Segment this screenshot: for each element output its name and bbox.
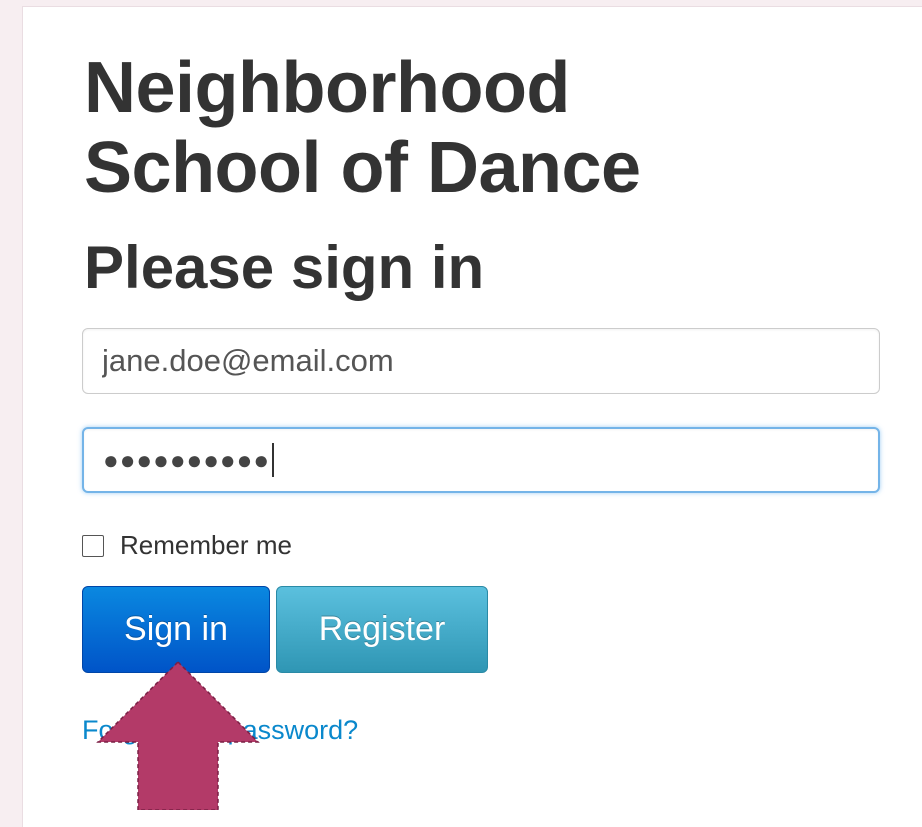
sign-in-heading: Please sign in bbox=[84, 234, 485, 301]
school-name-line1: Neighborhood bbox=[84, 48, 570, 128]
remember-me-row[interactable]: Remember me bbox=[82, 530, 292, 561]
email-field[interactable] bbox=[82, 328, 880, 394]
remember-me-checkbox[interactable] bbox=[82, 534, 104, 557]
password-masked-value: ●●●●●●●●●● bbox=[103, 445, 271, 475]
text-cursor bbox=[272, 443, 275, 477]
password-field[interactable]: ●●●●●●●●●● bbox=[82, 427, 880, 493]
register-button[interactable]: Register bbox=[276, 586, 488, 673]
school-name-line2: School of Dance bbox=[84, 128, 641, 208]
up-arrow-icon bbox=[96, 660, 260, 810]
school-name: Neighborhood School of Dance bbox=[84, 48, 641, 208]
remember-me-label[interactable]: Remember me bbox=[120, 530, 292, 561]
